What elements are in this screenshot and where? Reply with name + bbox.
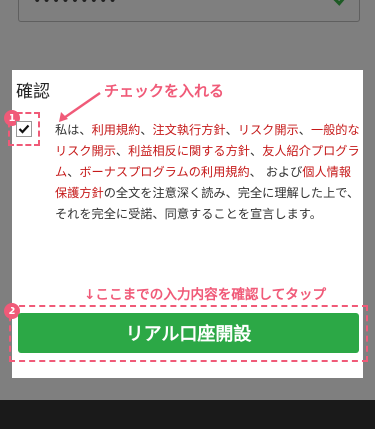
- open-real-account-button[interactable]: リアル口座開設: [18, 313, 359, 353]
- tap-hint: ↓ここまでの入力内容を確認してタップ: [84, 287, 327, 303]
- agree-checkbox[interactable]: [16, 121, 32, 137]
- terms-sep: 、: [250, 144, 263, 158]
- confirm-title: 確認: [16, 82, 50, 102]
- terms-sep: 、: [115, 144, 129, 158]
- valid-check-icon: [333, 0, 345, 6]
- link-conflict-of-interest[interactable]: 利益相反に関する方針: [128, 144, 250, 158]
- overlay-top: •••••••••: [0, 0, 375, 70]
- bottom-bar: [0, 400, 375, 429]
- checkmark-icon: [18, 124, 30, 134]
- terms-sep: 、 および: [249, 165, 303, 179]
- link-order-execution[interactable]: 注文執行方針: [153, 123, 226, 137]
- terms-text: 私は、利用規約、注文執行方針、リスク開示、一般的なリスク開示、利益相反に関する方…: [55, 120, 360, 225]
- terms-sep: 、: [67, 165, 80, 179]
- password-field[interactable]: •••••••••: [18, 0, 360, 22]
- terms-sep: 、: [298, 123, 311, 137]
- terms-sep: 、: [140, 123, 153, 137]
- link-terms-of-use[interactable]: 利用規約: [92, 123, 141, 137]
- terms-sep: 、: [225, 123, 238, 137]
- overlay-bottom: [0, 378, 375, 400]
- terms-prefix: 私は、: [55, 123, 92, 137]
- link-bonus-terms[interactable]: ボーナスプログラムの利用規約: [79, 165, 249, 179]
- check-hint: チェックを入れる: [104, 82, 225, 100]
- link-risk-disclosure[interactable]: リスク開示: [238, 123, 299, 137]
- password-value: •••••••••: [33, 0, 118, 9]
